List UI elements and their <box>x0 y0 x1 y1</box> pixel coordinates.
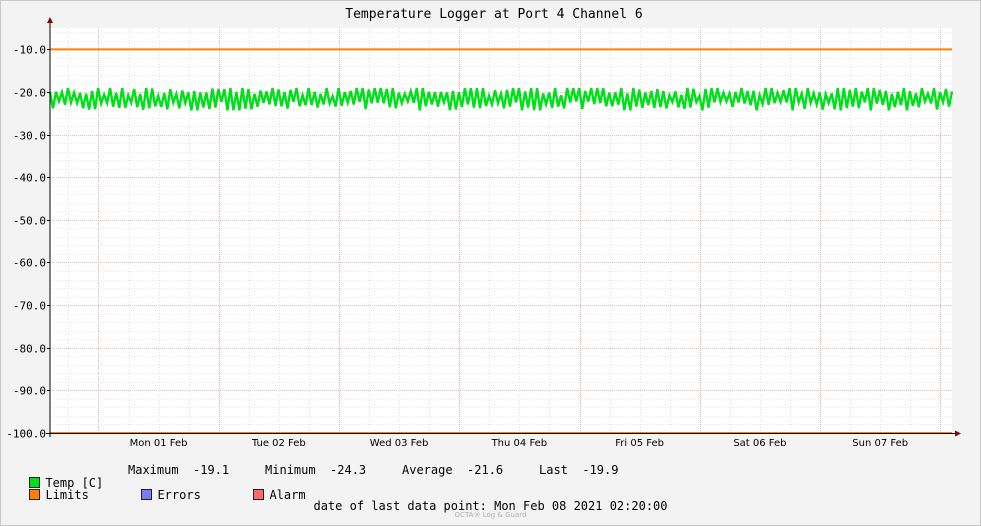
maximum-label: Maximum <box>128 463 179 477</box>
y-tick-label: -30.0 <box>13 130 46 143</box>
y-tick-label: -100.0 <box>6 428 46 441</box>
x-tick-label: Wed 03 Feb <box>370 438 429 449</box>
last-label: Last <box>539 463 568 477</box>
y-tick-label: -10.0 <box>13 44 46 57</box>
y-tick-label: -40.0 <box>13 172 46 185</box>
x-tick-label: Mon 01 Feb <box>130 438 188 449</box>
y-tick-label: -90.0 <box>13 385 46 398</box>
x-tick-label: Fri 05 Feb <box>615 438 664 449</box>
minimum-value: -24.3 <box>330 463 367 477</box>
y-tick-label: -60.0 <box>13 257 46 270</box>
average-value: -21.6 <box>467 463 504 477</box>
legend-last: Last -19.9 <box>539 464 618 477</box>
y-tick-label: -80.0 <box>13 343 46 356</box>
y-tick-label: -70.0 <box>13 300 46 313</box>
x-tick-label: Thu 04 Feb <box>491 438 548 449</box>
y-tick-label: -50.0 <box>13 215 46 228</box>
y-tick-label: -20.0 <box>13 87 46 100</box>
x-tick-label: Tue 02 Feb <box>251 438 306 449</box>
x-tick-label: Sat 06 Feb <box>733 438 786 449</box>
maximum-value: -19.1 <box>193 463 230 477</box>
legend-average: Average -21.6 <box>402 464 503 477</box>
chart-canvas: Temperature Logger at Port 4 Channel 6 -… <box>0 0 981 526</box>
last-value: -19.9 <box>582 463 619 477</box>
chart-title: Temperature Logger at Port 4 Channel 6 <box>345 7 642 22</box>
average-label: Average <box>402 463 453 477</box>
watermark: OCTA® Log & Guard <box>454 511 527 519</box>
minimum-label: Minimum <box>265 463 316 477</box>
x-tick-label: Sun 07 Feb <box>852 438 908 449</box>
plot-area <box>50 28 952 433</box>
